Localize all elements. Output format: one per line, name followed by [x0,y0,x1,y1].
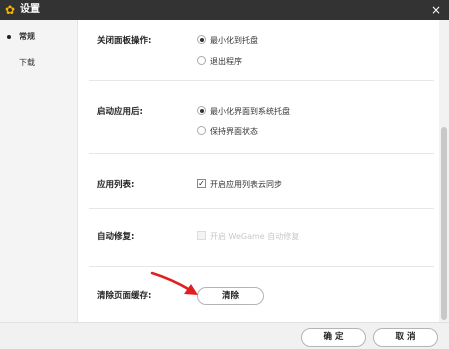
red-arrow-annotation-icon [150,271,198,295]
keep-window-state-radio[interactable]: 保持界面状态 [197,125,258,139]
radio-checked-icon [197,35,206,44]
checkbox-checked-icon: ✓ [197,179,206,188]
sidebar: 常规 下载 [0,20,78,322]
radio-unchecked-icon [197,56,206,65]
divider [89,153,434,154]
app-list-label: 应用列表: [97,180,135,190]
active-dot-icon [7,35,11,39]
close-panel-label: 关闭面板操作: [97,36,152,46]
checkbox-disabled-icon [197,231,206,240]
option-label: 开启应用列表云同步 [210,180,282,189]
sidebar-item-label: 下载 [19,58,35,67]
ok-button[interactable]: 确 定 [301,328,366,347]
window-title: 设置 [20,4,40,15]
option-label: 最小化界面到系统托盘 [210,107,290,116]
after-launch-label: 启动应用后: [97,107,143,117]
option-label: 保持界面状态 [210,127,258,136]
scrollbar-thumb[interactable] [441,127,447,320]
scrollbar[interactable] [439,20,449,322]
auto-repair-label: 自动修复: [97,232,135,242]
option-label: 开启 WeGame 自动修复 [210,232,300,241]
settings-panel: 关闭面板操作: 最小化到托盘 退出程序 启动应用后: 最小化界面到系统托盘 保持… [79,20,439,322]
option-label: 最小化到托盘 [210,36,258,45]
minimize-to-system-tray-radio[interactable]: 最小化界面到系统托盘 [197,105,290,119]
divider [89,80,434,81]
close-button[interactable]: × [429,2,443,18]
title-bar: ✿ 设置 × [0,0,449,20]
cancel-button[interactable]: 取 消 [373,328,438,347]
sidebar-item-download[interactable]: 下载 [0,53,78,73]
app-list-cloud-sync-checkbox[interactable]: ✓ 开启应用列表云同步 [197,178,282,192]
option-label: 退出程序 [210,57,242,66]
minimize-to-tray-radio[interactable]: 最小化到托盘 [197,34,258,48]
sidebar-item-general[interactable]: 常规 [0,27,78,47]
clear-cache-label: 清除页面缓存: [97,291,152,301]
divider [89,266,434,267]
divider [89,208,434,209]
dialog-footer: 确 定 取 消 [0,322,449,349]
radio-unchecked-icon [197,126,206,135]
radio-checked-icon [197,106,206,115]
auto-repair-checkbox: 开启 WeGame 自动修复 [197,230,299,244]
sidebar-item-label: 常规 [19,32,35,41]
clear-cache-button[interactable]: 清除 [197,287,264,305]
gear-icon: ✿ [5,3,16,17]
exit-program-radio[interactable]: 退出程序 [197,55,242,69]
